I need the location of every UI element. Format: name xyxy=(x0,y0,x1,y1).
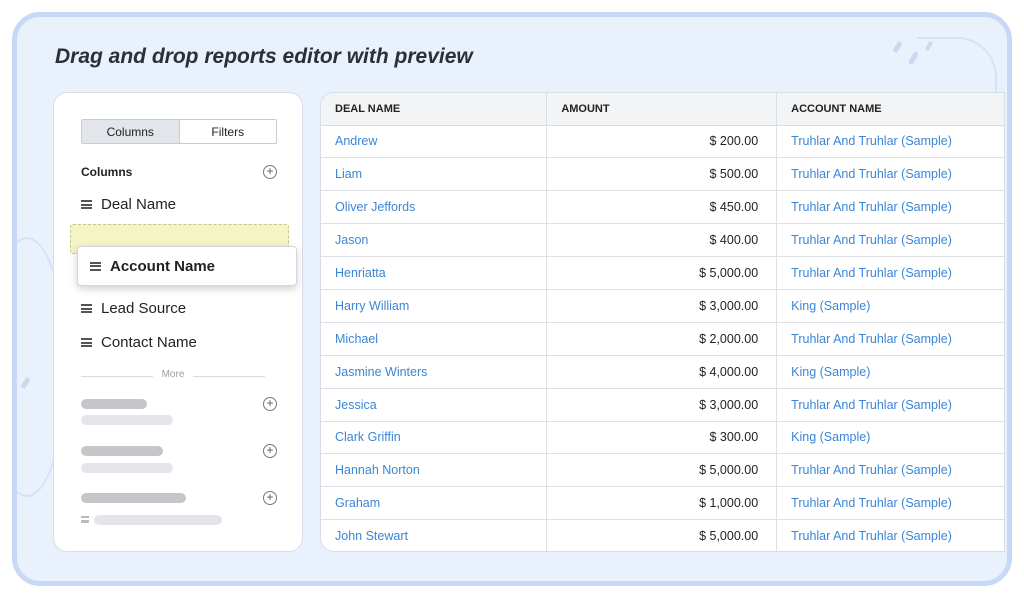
divider-line xyxy=(193,376,265,377)
table-row: Harry William $ 3,000.00 King (Sample) xyxy=(321,289,1004,323)
table-header-row: DEAL NAME AMOUNT ACCOUNT NAME xyxy=(321,93,1004,126)
table-row: Jessica $ 3,000.00 Truhlar And Truhlar (Sa… xyxy=(321,388,1004,422)
add-column-icon[interactable]: + xyxy=(263,491,277,505)
table-row: Jason $ 400.00 Truhlar And Truhlar (Sample… xyxy=(321,223,1004,258)
placeholder-bar xyxy=(81,446,163,456)
deal-name-link[interactable]: Jasmine Winters xyxy=(321,355,548,389)
table-row: Liam $ 500.00 Truhlar And Truhlar (Sample) xyxy=(321,157,1004,192)
table-row: Graham $ 1,000.00 Truhlar And Truhlar (Sam… xyxy=(321,486,1004,521)
account-name-link[interactable]: Truhlar And Truhlar (Sample) xyxy=(776,190,1004,225)
table-row: Oliver Jeffords $ 450.00 Truhlar And Truhl… xyxy=(321,190,1004,225)
column-item-label: Contact Name xyxy=(101,334,197,351)
drag-handle-icon[interactable] xyxy=(81,338,92,347)
column-item-label: Account Name xyxy=(110,257,216,275)
account-name-link[interactable]: Truhlar And Truhlar (Sample) xyxy=(776,486,1004,521)
table-row: Henriatta $ 5,000.00 Truhlar And Truhlar (… xyxy=(321,256,1004,290)
drag-handle-icon[interactable] xyxy=(90,261,101,271)
deal-name-link[interactable]: Graham xyxy=(321,486,548,521)
placeholder-bar xyxy=(94,515,222,525)
amount-cell: $ 5,000.00 xyxy=(546,519,778,551)
add-column-icon[interactable]: + xyxy=(263,397,277,411)
deal-name-link[interactable]: Harry William xyxy=(321,289,548,323)
table-row: Hannah Norton $ 5,000.00 Truhlar And Truhl… xyxy=(321,453,1004,488)
account-name-link[interactable]: Truhlar And Truhlar (Sample) xyxy=(776,322,1004,356)
table-row: Michael $ 2,000.00 Truhlar And Truhlar (Sa… xyxy=(321,322,1004,356)
drag-handle-icon[interactable] xyxy=(81,304,92,313)
amount-cell: $ 5,000.00 xyxy=(546,256,778,290)
tab-columns[interactable]: Columns xyxy=(82,120,180,143)
table-row: Jasmine Winters $ 4,000.00 King (Sample) xyxy=(321,355,1004,389)
drag-handle-icon[interactable] xyxy=(81,200,92,209)
deal-name-link[interactable]: John Stewart xyxy=(321,519,548,551)
column-header-amount[interactable]: AMOUNT xyxy=(546,93,778,126)
placeholder-bar xyxy=(81,399,147,409)
deal-name-link[interactable]: Oliver Jeffords xyxy=(321,190,548,225)
data-table: DEAL NAME AMOUNT ACCOUNT NAME Andrew $ 20… xyxy=(321,93,1004,551)
column-header-deal-name[interactable]: DEAL NAME xyxy=(321,93,548,126)
placeholder-bar xyxy=(81,463,173,473)
add-column-icon[interactable]: + xyxy=(263,444,277,458)
amount-cell: $ 4,000.00 xyxy=(546,355,778,389)
table-row: John Stewart $ 5,000.00 Truhlar And Truhla… xyxy=(321,519,1004,551)
panel-tab-switcher: Columns Filters xyxy=(81,119,277,144)
account-name-link[interactable]: Truhlar And Truhlar (Sample) xyxy=(776,157,1004,192)
deal-name-link[interactable]: Jessica xyxy=(321,388,548,422)
deal-name-link[interactable]: Hannah Norton xyxy=(321,453,548,488)
column-item-label: Lead Source xyxy=(101,300,187,317)
account-name-link[interactable]: King (Sample) xyxy=(776,289,1004,323)
amount-cell: $ 400.00 xyxy=(546,223,778,258)
add-column-icon[interactable]: + xyxy=(263,165,277,179)
columns-panel: Columns Filters Columns + Deal Name Acco… xyxy=(53,92,303,552)
column-item-label: Deal Name xyxy=(101,196,177,213)
deal-name-link[interactable]: Michael xyxy=(321,322,548,356)
amount-cell: $ 300.00 xyxy=(546,421,778,455)
account-name-link[interactable]: Truhlar And Truhlar (Sample) xyxy=(776,453,1004,488)
page-title: Drag and drop reports editor with previe… xyxy=(55,45,473,68)
drag-handle-icon xyxy=(81,516,89,523)
column-item-deal-name[interactable]: Deal Name xyxy=(81,196,176,213)
amount-cell: $ 450.00 xyxy=(546,190,778,225)
amount-cell: $ 2,000.00 xyxy=(546,322,778,356)
amount-cell: $ 200.00 xyxy=(546,125,778,159)
column-header-account-name[interactable]: ACCOUNT NAME xyxy=(776,93,1004,126)
deal-name-link[interactable]: Henriatta xyxy=(321,256,548,290)
report-preview-table: DEAL NAME AMOUNT ACCOUNT NAME Andrew $ 20… xyxy=(320,92,1005,552)
account-name-link[interactable]: Truhlar And Truhlar (Sample) xyxy=(776,125,1004,159)
deal-name-link[interactable]: Andrew xyxy=(321,125,548,159)
outer-frame: Drag and drop reports editor with previe… xyxy=(12,12,1012,586)
amount-cell: $ 500.00 xyxy=(546,157,778,192)
column-item-lead-source[interactable]: Lead Source xyxy=(81,300,186,317)
deal-name-link[interactable]: Clark Griffin xyxy=(321,421,548,455)
account-name-link[interactable]: Truhlar And Truhlar (Sample) xyxy=(776,388,1004,422)
account-name-link[interactable]: Truhlar And Truhlar (Sample) xyxy=(776,223,1004,258)
amount-cell: $ 1,000.00 xyxy=(546,486,778,521)
more-divider: More xyxy=(81,369,265,383)
account-name-link[interactable]: Truhlar And Truhlar (Sample) xyxy=(776,519,1004,551)
table-row: Clark Griffin $ 300.00 King (Sample) xyxy=(321,421,1004,455)
tab-filters[interactable]: Filters xyxy=(180,120,277,143)
column-item-contact-name[interactable]: Contact Name xyxy=(81,334,197,351)
columns-section-label: Columns xyxy=(81,165,133,179)
more-label: More xyxy=(161,369,185,380)
account-name-link[interactable]: Truhlar And Truhlar (Sample) xyxy=(776,256,1004,290)
account-name-link[interactable]: King (Sample) xyxy=(776,421,1004,455)
amount-cell: $ 3,000.00 xyxy=(546,289,778,323)
placeholder-bar xyxy=(81,493,186,503)
dragging-column-account-name[interactable]: Account Name xyxy=(77,246,297,286)
amount-cell: $ 5,000.00 xyxy=(546,453,778,488)
decorative-dot xyxy=(892,40,903,54)
account-name-link[interactable]: King (Sample) xyxy=(776,355,1004,389)
deal-name-link[interactable]: Jason xyxy=(321,223,548,258)
placeholder-bar xyxy=(81,415,173,425)
table-row: Andrew $ 200.00 Truhlar And Truhlar (Sampl… xyxy=(321,125,1004,159)
amount-cell: $ 3,000.00 xyxy=(546,388,778,422)
deal-name-link[interactable]: Liam xyxy=(321,157,548,192)
